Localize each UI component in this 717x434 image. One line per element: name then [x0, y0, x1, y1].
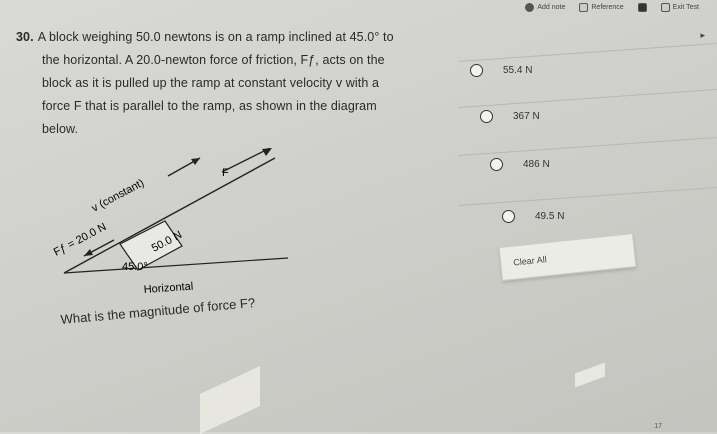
screen-glare — [200, 366, 260, 434]
angle-label: 45.0° — [122, 261, 148, 273]
option-divider — [458, 186, 717, 207]
bookmark-icon — [637, 2, 647, 12]
note-icon — [525, 2, 535, 12]
radio-circle-icon[interactable] — [470, 64, 483, 77]
option-c[interactable]: 486 N — [490, 158, 550, 171]
radio-circle-icon[interactable] — [502, 210, 515, 223]
radio-circle-icon[interactable] — [490, 158, 503, 171]
option-a[interactable]: 55.4 N — [470, 64, 532, 77]
force-label: F — [222, 167, 229, 179]
next-arrow-icon[interactable]: ▸ — [700, 30, 705, 41]
ramp-diagram: 50.0 N v (constant) F Fƒ = 20.0 N 45.0° … — [52, 148, 289, 296]
friction-arrowhead-icon — [84, 249, 93, 256]
option-divider — [458, 88, 717, 109]
page-indicator: 17 — [654, 423, 662, 430]
reference-button[interactable]: Reference — [579, 2, 624, 12]
option-d[interactable]: 49.5 N — [502, 210, 564, 223]
horizontal-line — [63, 257, 289, 274]
option-divider — [458, 42, 717, 63]
top-toolbar: Add note Reference Exit Test — [525, 0, 717, 14]
bookmark-button[interactable] — [637, 2, 647, 12]
velocity-label: v (constant) — [90, 177, 146, 215]
clear-all-button[interactable]: Clear All — [498, 233, 637, 281]
question-number: 30. — [16, 30, 34, 44]
screen-glare — [575, 362, 605, 388]
option-divider — [458, 136, 717, 157]
question-text: 30. A block weighing 50.0 newtons is on a… — [16, 30, 394, 136]
horizontal-label: Horizontal — [143, 281, 193, 296]
exit-icon — [660, 2, 670, 12]
exit-test-button[interactable]: Exit Test — [660, 2, 699, 12]
force-arrow — [221, 148, 271, 173]
radio-circle-icon[interactable] — [480, 110, 493, 123]
option-b[interactable]: 367 N — [480, 110, 540, 123]
add-note-button[interactable]: Add note — [525, 2, 565, 12]
reference-icon — [579, 2, 589, 12]
